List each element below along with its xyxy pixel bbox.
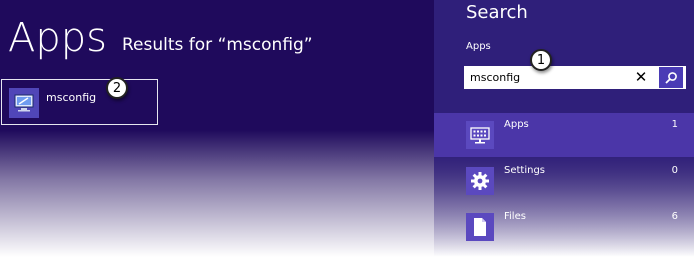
settings-gear-icon bbox=[466, 167, 494, 195]
filter-files-label: Files bbox=[504, 211, 526, 222]
callout-badge-1: 1 bbox=[530, 49, 552, 71]
clear-search-button[interactable]: ✕ bbox=[632, 68, 650, 86]
search-pane: Search Apps ✕ bbox=[434, 0, 694, 257]
search-input[interactable] bbox=[470, 69, 630, 85]
search-box: ✕ bbox=[464, 66, 686, 89]
results-for-text: Results for “msconfig” bbox=[122, 35, 313, 55]
system-config-monitor-icon bbox=[9, 88, 39, 118]
filter-apps[interactable]: Apps 1 bbox=[434, 113, 694, 157]
search-icon bbox=[665, 71, 677, 84]
result-label: msconfig bbox=[46, 91, 97, 104]
filter-apps-count: 1 bbox=[671, 119, 678, 130]
callout-badge-2: 2 bbox=[106, 77, 128, 99]
search-scope-label: Apps bbox=[466, 41, 491, 52]
filter-apps-label: Apps bbox=[504, 119, 529, 130]
filter-settings[interactable]: Settings 0 bbox=[434, 159, 694, 203]
apps-keyboard-icon bbox=[466, 121, 494, 149]
search-button[interactable] bbox=[659, 67, 683, 88]
filter-settings-count: 0 bbox=[671, 165, 678, 176]
filter-files[interactable]: Files 6 bbox=[434, 205, 694, 249]
file-icon bbox=[466, 213, 494, 241]
apps-heading: Apps bbox=[8, 15, 107, 61]
filter-settings-label: Settings bbox=[504, 165, 546, 176]
result-msconfig-tile[interactable]: msconfig bbox=[1, 79, 158, 125]
filter-files-count: 6 bbox=[671, 211, 678, 222]
search-pane-title: Search bbox=[466, 2, 528, 23]
search-results-screen: Apps Results for “msconfig” msconfig 2 S… bbox=[0, 0, 694, 257]
